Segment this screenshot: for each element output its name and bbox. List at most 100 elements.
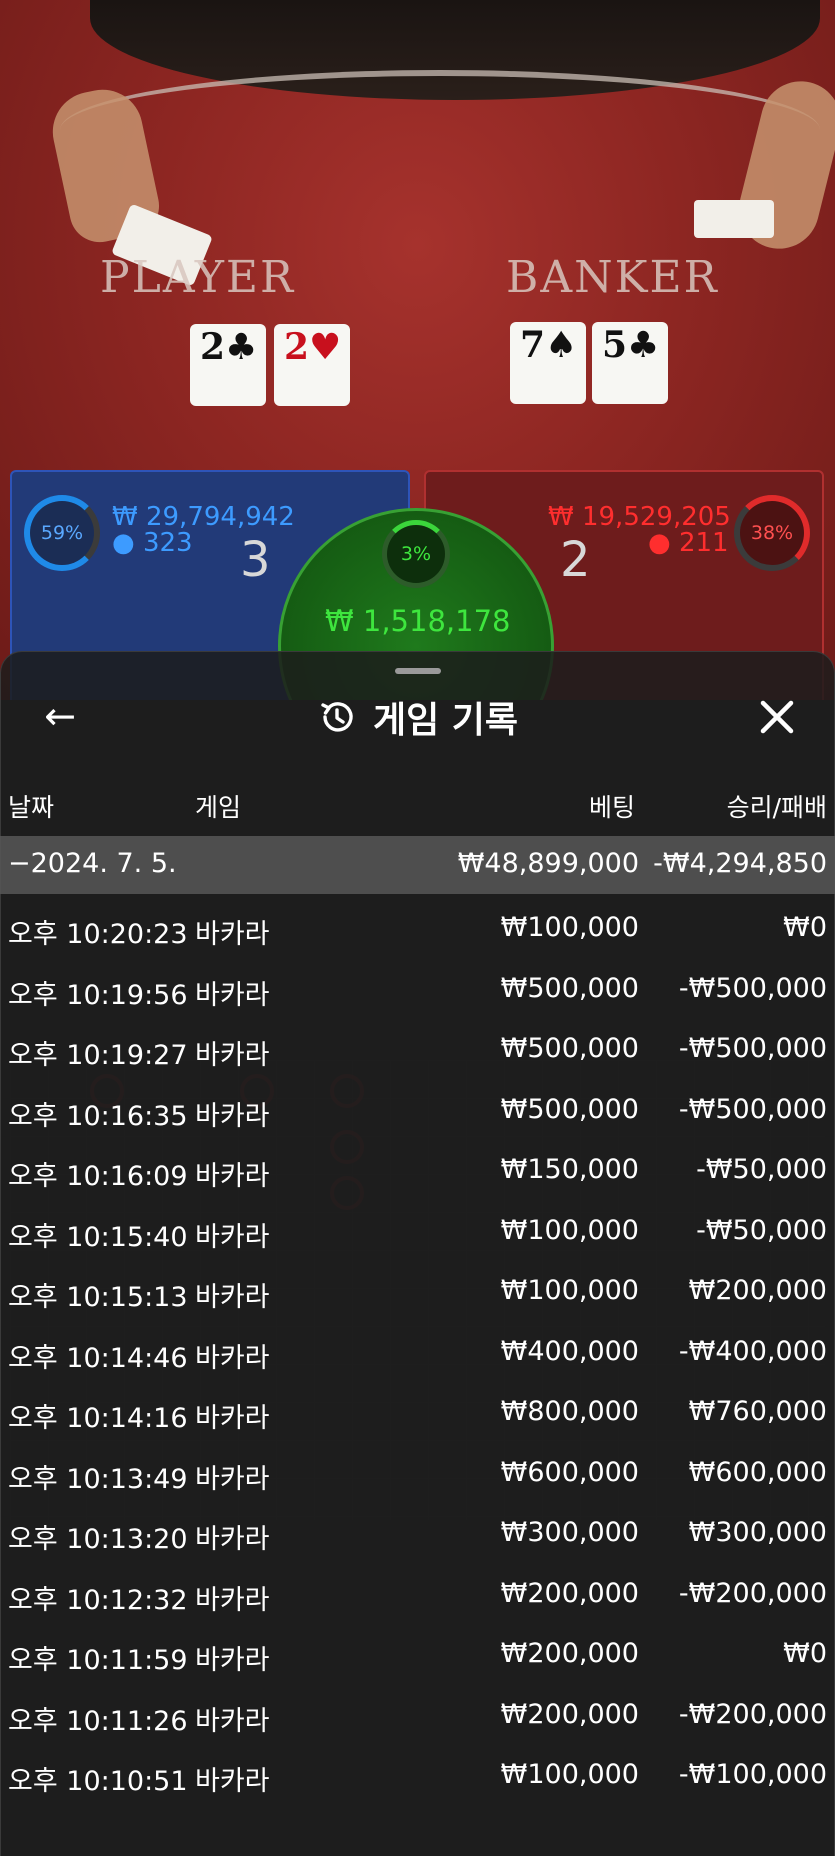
playing-card: 5♣ [592,322,668,404]
page-title: 게임 기록 [372,700,518,741]
row-game: 바카라 [195,1463,270,1495]
row-result: ₩0 [783,1638,827,1669]
close-button[interactable] [752,692,802,742]
close-icon [760,700,794,734]
row-time: 오후 10:16:09 [8,1161,188,1192]
summary-date: −2024. 7. 5. [8,848,177,879]
row-bet: ₩150,000 [500,1154,639,1185]
row-game: 바카라 [195,919,270,950]
row-result: -₩200,000 [678,1698,827,1730]
row-result: -₩400,000 [678,1335,827,1367]
banker-percent-ring: 38% [734,495,810,571]
row-bet: ₩200,000 [500,1698,639,1730]
row-game: 바카라 [195,1645,270,1676]
row-result: ₩760,000 [688,1396,827,1427]
row-bet: ₩100,000 [500,1214,639,1246]
column-header-result: 승리/패배 [726,793,827,822]
row-result: -₩200,000 [678,1577,827,1609]
row-bet: ₩400,000 [500,1335,639,1367]
row-bet: ₩300,000 [500,1517,639,1548]
tie-percent-ring: 3% [382,520,450,588]
column-header-bet: 베팅 [588,793,635,822]
row-time: 오후 10:13:49 [8,1463,188,1495]
history-row[interactable]: 오후 10:15:13 바카라 ₩100,000 ₩200,000 [0,1275,835,1335]
history-row[interactable]: 오후 10:14:46 바카라 ₩400,000 -₩400,000 [0,1336,835,1396]
history-row[interactable]: 오후 10:13:49 바카라 ₩600,000 ₩600,000 [0,1457,835,1517]
history-row[interactable]: 오후 10:12:32 바카라 ₩200,000 -₩200,000 [0,1578,835,1638]
row-time: 오후 10:10:51 [8,1766,188,1797]
column-header-date: 날짜 [8,793,55,822]
row-time: 오후 10:14:46 [8,1342,188,1374]
row-bet: ₩100,000 [500,1759,639,1790]
player-percent-ring: 59% [24,495,100,571]
row-result: -₩100,000 [678,1759,827,1790]
tie-bet-amount: ₩ 1,518,178 [325,604,511,638]
summary-bet-total: ₩48,899,000 [457,848,639,879]
shoe-card [694,200,774,238]
history-icon [321,702,353,732]
row-game: 바카라 [195,1161,270,1192]
summary-result-total: -₩4,294,850 [653,848,827,879]
player-score: 3 [240,532,271,588]
row-result: -₩50,000 [696,1154,827,1185]
user-icon: ● [112,528,135,558]
row-game: 바카라 [195,1342,270,1374]
row-time: 오후 10:15:40 [8,1221,188,1253]
row-time: 오후 10:19:27 [8,1040,188,1071]
row-time: 오후 10:11:26 [8,1705,188,1737]
history-row[interactable]: 오후 10:20:23 바카라 ₩100,000 ₩0 [0,912,835,972]
row-bet: ₩800,000 [500,1396,639,1427]
history-row[interactable]: 오후 10:15:40 바카라 ₩100,000 -₩50,000 [0,1215,835,1275]
row-game: 바카라 [195,1100,270,1132]
row-result: -₩50,000 [696,1214,827,1246]
row-game: 바카라 [195,1584,270,1616]
row-result: -₩500,000 [678,972,827,1004]
history-row[interactable]: 오후 10:19:56 바카라 ₩500,000 -₩500,000 [0,973,835,1033]
user-icon: ● [648,528,671,558]
history-row[interactable]: 오후 10:19:27 바카라 ₩500,000 -₩500,000 [0,1033,835,1093]
row-time: 오후 10:12:32 [8,1584,188,1616]
banker-score: 2 [560,532,591,588]
row-bet: ₩100,000 [500,912,639,943]
playing-card: 2♣ [190,324,266,406]
column-header-game: 게임 [195,793,242,822]
history-row[interactable]: 오후 10:10:51 바카라 ₩100,000 -₩100,000 [0,1759,835,1819]
row-game: 바카라 [195,1403,270,1434]
row-result: ₩0 [783,912,827,943]
playing-card: 7♠ [510,322,586,404]
row-bet: ₩100,000 [500,1275,639,1306]
history-row[interactable]: 오후 10:14:16 바카라 ₩800,000 ₩760,000 [0,1396,835,1456]
row-bet: ₩200,000 [500,1638,639,1669]
history-row[interactable]: 오후 10:11:26 바카라 ₩200,000 -₩200,000 [0,1699,835,1759]
row-bet: ₩600,000 [500,1456,639,1488]
banker-user-count: ● 211 [648,528,729,558]
row-game: 바카라 [195,1766,270,1797]
history-row[interactable]: 오후 10:11:59 바카라 ₩200,000 ₩0 [0,1638,835,1698]
row-bet: ₩500,000 [500,972,639,1004]
row-time: 오후 10:11:59 [8,1645,188,1676]
row-result: ₩200,000 [688,1275,827,1306]
history-row[interactable]: 오후 10:16:09 바카라 ₩150,000 -₩50,000 [0,1154,835,1214]
player-side-label: PLAYER [100,252,296,303]
row-result: -₩500,000 [678,1033,827,1064]
row-game: 바카라 [195,1040,270,1071]
row-game: 바카라 [195,979,270,1011]
sheet-header: 게임 기록 [0,690,835,744]
row-result: -₩500,000 [678,1093,827,1125]
row-game: 바카라 [195,1705,270,1737]
row-time: 오후 10:14:16 [8,1403,188,1434]
banker-side-label: BANKER [506,252,719,303]
row-time: 오후 10:20:23 [8,919,188,950]
playing-card: 2♥ [274,324,350,406]
row-bet: ₩500,000 [500,1093,639,1125]
sheet-drag-handle[interactable] [395,668,441,674]
row-time: 오후 10:19:56 [8,979,188,1011]
history-row[interactable]: 오후 10:16:35 바카라 ₩500,000 -₩500,000 [0,1094,835,1154]
row-game: 바카라 [195,1221,270,1253]
row-time: 오후 10:15:13 [8,1282,188,1313]
player-user-count: ● 323 [112,528,193,558]
row-result: ₩300,000 [688,1517,827,1548]
row-time: 오후 10:13:20 [8,1524,188,1555]
row-result: ₩600,000 [688,1456,827,1488]
history-row[interactable]: 오후 10:13:20 바카라 ₩300,000 ₩300,000 [0,1517,835,1577]
